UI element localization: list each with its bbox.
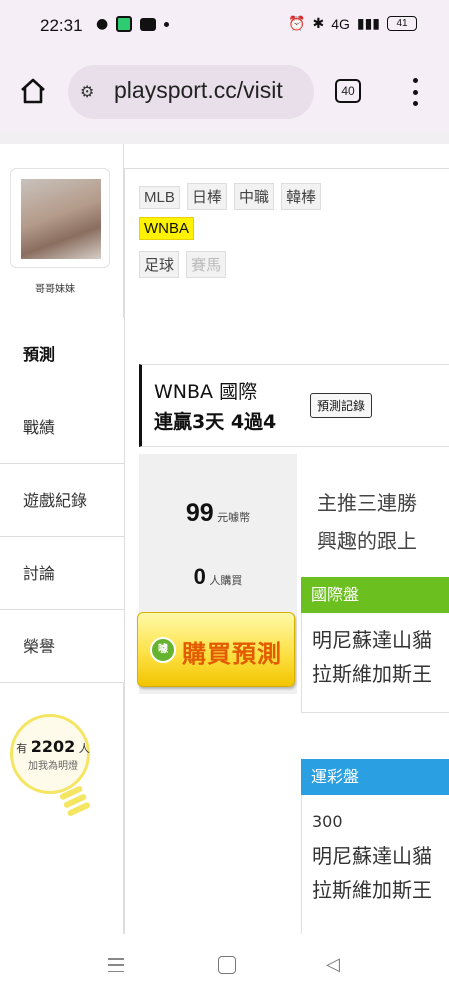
sidebar: 哥哥妹妹 預測 戰績 遊戲紀錄 討論 榮譽 有 2202 人 加我為明燈	[0, 144, 124, 934]
alarm-icon: ⏰	[288, 15, 306, 31]
sidebar-item-honors[interactable]: 榮譽	[0, 610, 124, 683]
tag-kbo[interactable]: 韓棒	[281, 183, 322, 210]
sidebar-item-predictions[interactable]: 預測	[0, 318, 124, 391]
international-line-header: 國際盤	[301, 577, 449, 613]
page-divider	[0, 132, 449, 144]
buy-prediction-label: 購買預測	[182, 640, 282, 668]
pick-team: 拉斯維加斯王	[312, 662, 432, 686]
prediction-record-button[interactable]: 預測記錄	[310, 393, 373, 418]
tag-horse-racing: 賽馬	[186, 251, 227, 278]
recommendation-text: 主推三連勝 興趣的跟上	[317, 491, 417, 553]
address-bar[interactable]: ⚙ playsport.cc/visit	[68, 65, 314, 119]
home-nav-icon[interactable]	[218, 956, 236, 974]
lottery-picks: 300 明尼蘇達山貓 拉斯維加斯王	[301, 795, 449, 935]
coin-icon: 噱	[150, 637, 176, 663]
prediction-header: WNBA 國際 連贏3天 4過4 預測記錄	[139, 364, 449, 447]
signal-icon: ▮▮▮	[356, 15, 380, 31]
lottery-line-header: 運彩盤	[301, 759, 449, 795]
fans-count: 有 2202 人	[16, 737, 90, 756]
status-bar: 22:31 ● ⏰ ✱ 4G ▮▮▮ 41	[0, 0, 449, 52]
tab-switcher-button[interactable]: 40	[335, 79, 361, 103]
signal-type: 4G	[331, 15, 350, 32]
buyers-count: 0 人購買	[193, 564, 243, 589]
tag-wnba[interactable]: WNBA	[139, 217, 194, 240]
profile-name: 哥哥妹妹	[35, 284, 75, 295]
home-icon[interactable]	[18, 76, 48, 106]
browser-toolbar: ⚙ playsport.cc/visit 40	[0, 52, 449, 132]
youtube-icon	[140, 17, 157, 31]
sidebar-item-game-log[interactable]: 遊戲紀錄	[0, 464, 124, 537]
international-picks: 明尼蘇達山貓 拉斯維加斯王	[301, 613, 449, 713]
fans-subtitle: 加我為明燈	[28, 761, 78, 772]
sidebar-item-record[interactable]: 戰績	[0, 391, 124, 464]
notification-icons: ●	[96, 16, 170, 32]
avatar-card[interactable]	[10, 168, 110, 268]
site-settings-icon[interactable]: ⚙	[80, 82, 94, 101]
system-navigation-bar: ◁	[0, 934, 449, 1000]
battery-icon: 41	[387, 16, 417, 31]
bluetooth-icon: ✱	[312, 15, 325, 31]
chat-icon: ●	[96, 16, 109, 32]
recent-apps-icon[interactable]	[108, 958, 124, 972]
sidebar-item-discussion[interactable]: 討論	[0, 537, 124, 610]
back-icon[interactable]: ◁	[326, 954, 340, 975]
menu-icon[interactable]	[406, 78, 424, 106]
pick-line-number: 300	[312, 812, 343, 831]
tag-npb[interactable]: 日棒	[186, 183, 227, 210]
tag-soccer[interactable]: 足球	[139, 251, 180, 278]
main-content: MLB 日棒 中職 韓棒 WNBA 足球 賽馬 WNBA 國際 連贏3天 4過4…	[124, 168, 449, 935]
win-streak: 連贏3天 4過4	[154, 411, 277, 433]
pick-team: 明尼蘇達山貓	[312, 844, 432, 868]
avatar[interactable]	[21, 179, 101, 259]
url-text[interactable]: playsport.cc/visit	[114, 77, 283, 104]
tag-cpbl[interactable]: 中職	[234, 183, 275, 210]
more-notifications-icon	[164, 21, 170, 27]
pick-team: 拉斯維加斯王	[312, 878, 432, 902]
app-notification-icon	[116, 16, 133, 32]
prediction-title: WNBA 國際	[154, 381, 258, 403]
buy-prediction-button[interactable]: 噱 購買預測	[137, 612, 295, 687]
pick-team: 明尼蘇達山貓	[312, 628, 432, 652]
price: 99 元噱幣	[185, 499, 251, 527]
system-icons: ⏰ ✱ 4G ▮▮▮ 41	[288, 15, 417, 32]
league-tags: MLB 日棒 中職 韓棒 WNBA 足球 賽馬	[139, 183, 439, 285]
tag-mlb[interactable]: MLB	[139, 186, 180, 209]
status-time: 22:31	[40, 16, 83, 35]
